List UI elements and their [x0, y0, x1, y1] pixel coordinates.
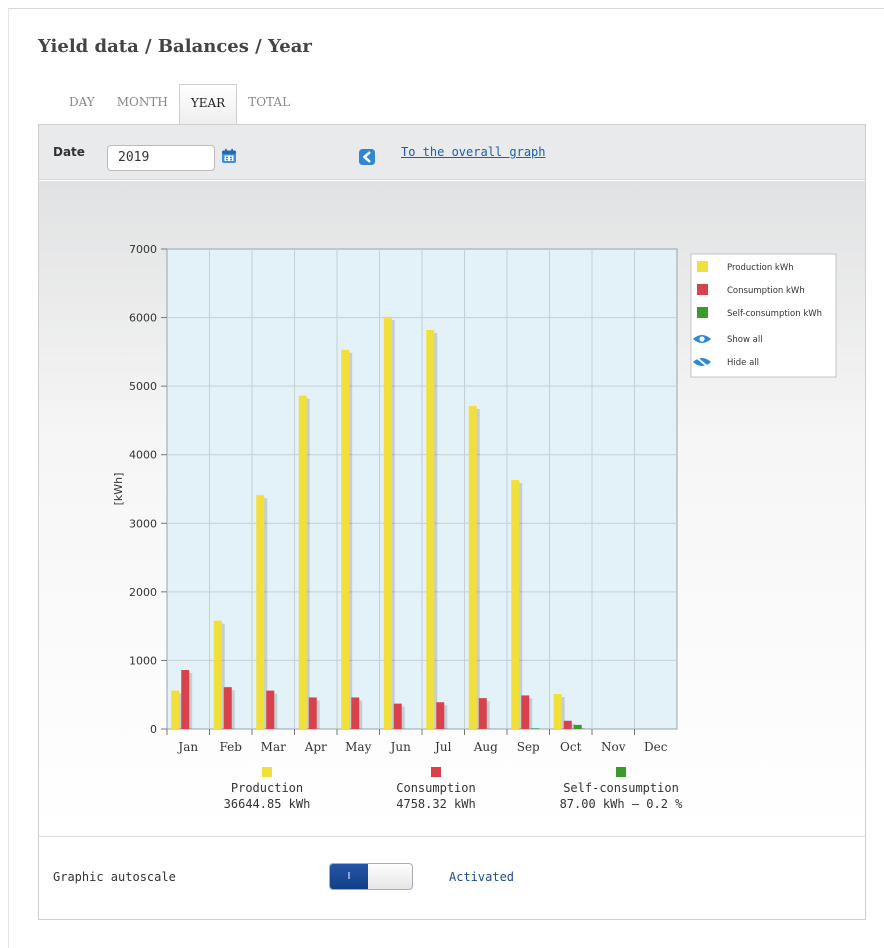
x-tick-label: May — [345, 740, 371, 754]
date-input[interactable]: 2019 — [107, 145, 215, 171]
content-panel: Date 2019 To the overall graph 0 1000 2000… — [38, 124, 866, 920]
consumption-swatch — [431, 767, 441, 777]
bar-self-consumption — [531, 728, 540, 729]
show-all-eye-pupil — [699, 336, 705, 342]
legend-item: Consumption kWh — [727, 286, 805, 296]
summary-production: Production 36644.85 kWh — [187, 767, 347, 811]
bar-consumption — [436, 702, 445, 729]
summary-production-value: 36644.85 kWh — [223, 797, 311, 811]
summary-consumption-label: Consumption — [396, 781, 476, 795]
autoscale-toggle[interactable]: I — [329, 863, 413, 890]
bar-consumption — [393, 703, 402, 729]
x-tick-label: Jul — [433, 740, 452, 754]
legend-swatch — [697, 284, 708, 295]
tab-total[interactable]: TOTAL — [237, 84, 301, 124]
chart-area: 0 1000 2000 3000 4000 5000 6000 7000 [kWh] Jan Feb… — [39, 181, 865, 837]
bar-production — [511, 480, 520, 729]
tab-month[interactable]: MONTH — [106, 84, 179, 124]
summary-consumption-value: 4758.32 kWh — [396, 797, 476, 811]
x-tick-label: Oct — [560, 740, 582, 754]
legend-swatch — [697, 261, 708, 272]
legend-show-all: Show all — [727, 335, 763, 345]
summary-self-consumption: Self-consumption 87.00 kWh – 0.2 % — [541, 767, 701, 811]
page-title: Yield data / Balances / Year — [38, 36, 312, 57]
x-tick-label: Sep — [517, 740, 540, 754]
production-swatch — [262, 767, 272, 777]
bar-production — [383, 316, 392, 729]
calendar-icon[interactable] — [221, 148, 237, 164]
autoscale-label: Graphic autoscale — [53, 870, 176, 884]
y-tick-label: 4000 — [129, 449, 157, 462]
legend-item: Self-consumption kWh — [727, 309, 822, 319]
bar-production — [341, 349, 350, 729]
bar-consumption — [351, 697, 360, 729]
bar-consumption — [181, 670, 190, 729]
date-toolbar: Date 2019 To the overall graph — [39, 125, 865, 180]
summary-self-consumption-label: Self-consumption — [563, 781, 679, 795]
x-tick-label: Nov — [601, 740, 626, 754]
bar-production — [213, 620, 222, 729]
tab-year[interactable]: YEAR — [178, 84, 238, 125]
bar-production — [298, 395, 307, 729]
bar-production — [171, 690, 180, 729]
bar-self-consumption — [573, 724, 582, 729]
legend-swatch — [697, 307, 708, 318]
overall-graph-link[interactable]: To the overall graph — [401, 145, 546, 159]
bar-consumption — [563, 720, 572, 729]
bar-consumption — [521, 695, 530, 729]
back-arrow-icon[interactable] — [359, 149, 375, 165]
x-tick-label: Feb — [220, 740, 243, 754]
summary-self-consumption-value: 87.00 kWh – 0.2 % — [559, 797, 683, 811]
y-tick-label: 0 — [150, 723, 157, 736]
x-tick-label: Apr — [304, 740, 327, 754]
y-tick-label: 2000 — [129, 586, 157, 599]
x-tick-label: Jun — [389, 740, 412, 754]
y-tick-label: 1000 — [129, 654, 157, 667]
y-axis-label: [kWh] — [112, 473, 125, 506]
self-consumption-swatch — [616, 767, 626, 777]
bar-consumption — [478, 698, 487, 729]
toggle-on-indicator: I — [330, 864, 368, 889]
tab-day[interactable]: DAY — [58, 84, 106, 124]
summary-consumption: Consumption 4758.32 kWh — [356, 767, 516, 811]
legend-hide-all: Hide all — [727, 358, 759, 368]
legend-item: Production kWh — [727, 263, 794, 273]
summary-production-label: Production — [230, 781, 304, 795]
y-tick-label: 7000 — [129, 243, 157, 256]
bar-production — [468, 406, 477, 729]
tab-bar: DAY MONTH YEAR TOTAL — [58, 84, 301, 125]
yearly-balance-chart: 0 1000 2000 3000 4000 5000 6000 7000 [kWh] Jan Feb… — [112, 243, 837, 754]
bar-production — [553, 694, 562, 729]
bar-production — [256, 495, 265, 729]
autoscale-status: Activated — [449, 870, 515, 884]
y-tick-label: 3000 — [129, 517, 157, 530]
bar-production — [426, 329, 435, 729]
x-tick-label: Mar — [261, 740, 286, 754]
x-tick-label: Aug — [473, 740, 498, 754]
y-tick-label: 5000 — [129, 380, 157, 393]
bar-consumption — [308, 697, 317, 729]
bar-consumption — [223, 687, 232, 729]
x-tick-label: Dec — [644, 740, 668, 754]
x-tick-label: Jan — [176, 740, 198, 754]
bar-consumption — [266, 690, 275, 729]
y-tick-label: 6000 — [129, 312, 157, 325]
date-label: Date — [53, 145, 85, 159]
